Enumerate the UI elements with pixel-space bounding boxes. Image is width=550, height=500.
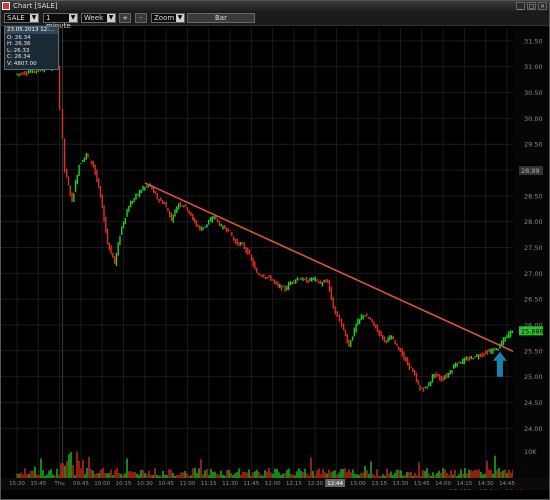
time-tick-label: 10:45 [158,481,174,487]
time-tick-label: 11:30 [222,481,238,487]
range-value: Week [84,14,104,22]
ohlc-tooltip: 23.05.2013 12:… O: 26.34 H: 26.36 L: 26.… [4,26,59,70]
ohlc-volume: V: 4807.00 [7,60,37,67]
trendline[interactable] [144,182,515,353]
quote-status: 25.932 25.94 25.91 [449,488,524,490]
price-tick-label: 27.00 [524,270,543,278]
price-tick-label: 28.00 [524,218,543,226]
bid-price: 25.91 [505,488,524,490]
time-tick-label: Thu [53,481,64,487]
time-tick-label: 11:15 [201,481,217,487]
close-button[interactable]: × [538,2,547,10]
chevron-down-icon[interactable]: ▼ [69,14,77,22]
minimize-button[interactable]: _ [516,2,525,10]
maximize-button[interactable]: □ [527,2,536,10]
interval-select[interactable]: 1 minute ▼ [43,13,78,30]
toolbar: SALE ▼ 1 minute ▼ Week ▼ + - Zoom ▼ Bar [1,11,549,30]
app-icon [2,2,10,10]
time-tick-label: 10:30 [137,481,153,487]
time-tick-label: 12:00 [265,481,281,487]
cursor-time-label: 12:44 [327,481,343,487]
price-tick-label: 30.50 [524,89,543,97]
chevron-down-icon[interactable]: ▼ [30,14,38,22]
range-select[interactable]: Week ▼ [81,13,116,23]
price-tick-label: 30.00 [524,115,543,123]
price-tick-label: 31.00 [524,63,543,71]
ohlc-close: C: 26.34 [7,54,31,61]
ohlc-open: O: 26.34 [7,34,31,41]
current-price-tag: 25.886 [521,327,544,335]
time-tick-label: 09:45 [73,481,89,487]
price-tick-label: 24.50 [524,399,543,407]
time-tick-label: 13:30 [393,481,409,487]
time-tick-label: 14:30 [478,481,494,487]
grid [1,28,513,478]
time-tick-label: 13:45 [414,481,430,487]
time-tick-label: 15:45 [30,481,46,487]
volume-bars [16,451,514,478]
time-tick-label: 11:45 [243,481,259,487]
ohlc-high: H: 26.36 [7,41,31,48]
time-tick-label: 11:00 [180,481,196,487]
time-tick-label: 10:00 [94,481,110,487]
axes: 31.5031.0030.5030.0029.5029.0028.5028.00… [1,26,549,490]
time-tick-label: 14:15 [456,481,472,487]
ohlc-date: 23.05.2013 12:… [5,27,58,34]
ohlc-low: L: 26.33 [7,47,30,54]
time-tick-label: 12:15 [286,481,302,487]
price-tag-prev: 28.99 [521,167,540,175]
window-title: Chart [SALE] [13,2,58,10]
price-tick-label: 29.50 [524,141,543,149]
time-tick-label: 13:00 [350,481,366,487]
price-tick-label: 25.00 [524,373,543,381]
time-tick-label: 13:15 [371,481,387,487]
price-tick-label: 25.50 [524,347,543,355]
chart-type-button[interactable]: Bar [187,13,255,23]
time-tick-label: 14:00 [435,481,451,487]
time-tick-label: 14:45 [499,481,515,487]
last-price: 25.932 [449,488,472,490]
chart-window: Chart [SALE] _ □ × SALE ▼ 1 minute ▼ Wee… [0,0,550,500]
trendline-layer [144,182,515,377]
zoom-out-button[interactable]: - [135,13,147,23]
chevron-down-icon[interactable]: ▼ [107,14,115,22]
time-tick-label: 15:30 [9,481,25,487]
time-tick-label: 12:30 [307,481,323,487]
zoom-select[interactable]: Zoom ▼ [151,13,185,23]
chevron-down-icon[interactable]: ▼ [176,14,184,22]
price-tick-label: 31.50 [524,37,543,45]
price-bars [16,64,514,392]
zoom-value: Zoom [154,14,175,22]
volume-tick-label: 10K [524,448,537,456]
price-tick-label: 26.50 [524,296,543,304]
price-chart[interactable]: 31.5031.0030.5030.0029.5029.0028.5028.00… [1,26,549,490]
symbol-value: SALE [7,14,25,22]
price-tick-label: 27.50 [524,244,543,252]
up-arrow-icon [492,351,507,377]
price-tick-label: 24.00 [524,425,543,433]
zoom-in-button[interactable]: + [119,13,131,23]
symbol-input[interactable]: SALE ▼ [4,13,39,23]
ask-price: 25.94 [479,488,498,490]
price-tick-label: 28.50 [524,192,543,200]
time-tick-label: 10:15 [116,481,132,487]
